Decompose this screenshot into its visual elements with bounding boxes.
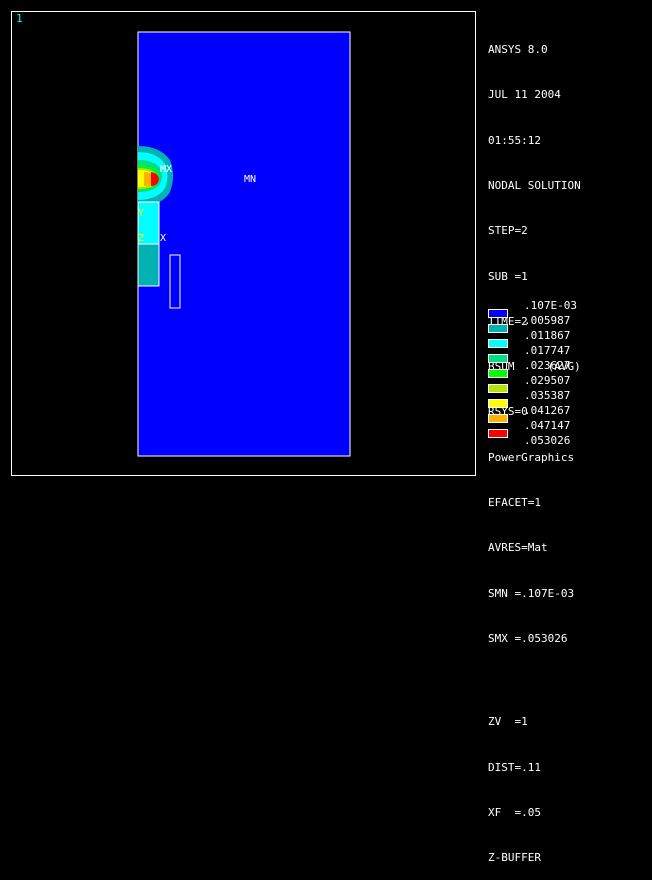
legend-swatch [488, 324, 508, 333]
legend-label: .047147 [524, 419, 571, 432]
legend-swatch [488, 384, 508, 393]
legend-swatch [488, 414, 508, 423]
view-info-line: DIST=.11 [488, 760, 541, 774]
min-marker: MN [244, 174, 256, 185]
info-gap [488, 676, 581, 684]
info-line: NODAL SOLUTION [488, 179, 581, 193]
model-domain [137, 31, 351, 457]
legend-label: .005987 [524, 314, 571, 327]
coil-region [169, 254, 181, 309]
legend-swatch [488, 339, 508, 348]
legend-label: .041267 [524, 404, 571, 417]
legend-label: .011867 [524, 329, 571, 342]
legend-label: .029507 [524, 374, 571, 387]
view-info-line: ZV =1 [488, 715, 528, 729]
info-line: AVRES=Mat [488, 541, 548, 555]
view-info-line: Z-BUFFER [488, 851, 541, 865]
info-line: ANSYS 8.0 [488, 43, 548, 57]
info-line: SMX =.053026 [488, 631, 568, 645]
legend-label: .023627 [524, 359, 571, 372]
info-line: 01:55:12 [488, 133, 541, 147]
legend-label: .035387 [524, 389, 571, 402]
legend-label: .017747 [524, 344, 571, 357]
axis-z-label: Z [138, 233, 144, 244]
info-line: SMN =.107E-03 [488, 586, 575, 600]
material-region-lower [137, 243, 160, 287]
legend-swatch [488, 429, 508, 438]
view-info-line: XF =.05 [488, 805, 541, 819]
max-marker: MX [160, 164, 172, 175]
axis-y-label: Y [138, 208, 144, 219]
legend-swatch [488, 399, 508, 408]
legend-swatch [488, 369, 508, 378]
axis-x-label: X [160, 233, 166, 244]
legend-label: .053026 [524, 434, 571, 447]
info-line: STEP=2 [488, 224, 528, 238]
info-line: EFACET=1 [488, 496, 541, 509]
legend-min-label: .107E-03 [524, 299, 577, 312]
info-line: JUL 11 2004 [488, 88, 561, 102]
info-line: SUB =1 [488, 269, 528, 283]
info-line: PowerGraphics [488, 450, 575, 464]
legend-swatch [488, 354, 508, 363]
legend-swatch [488, 309, 508, 318]
